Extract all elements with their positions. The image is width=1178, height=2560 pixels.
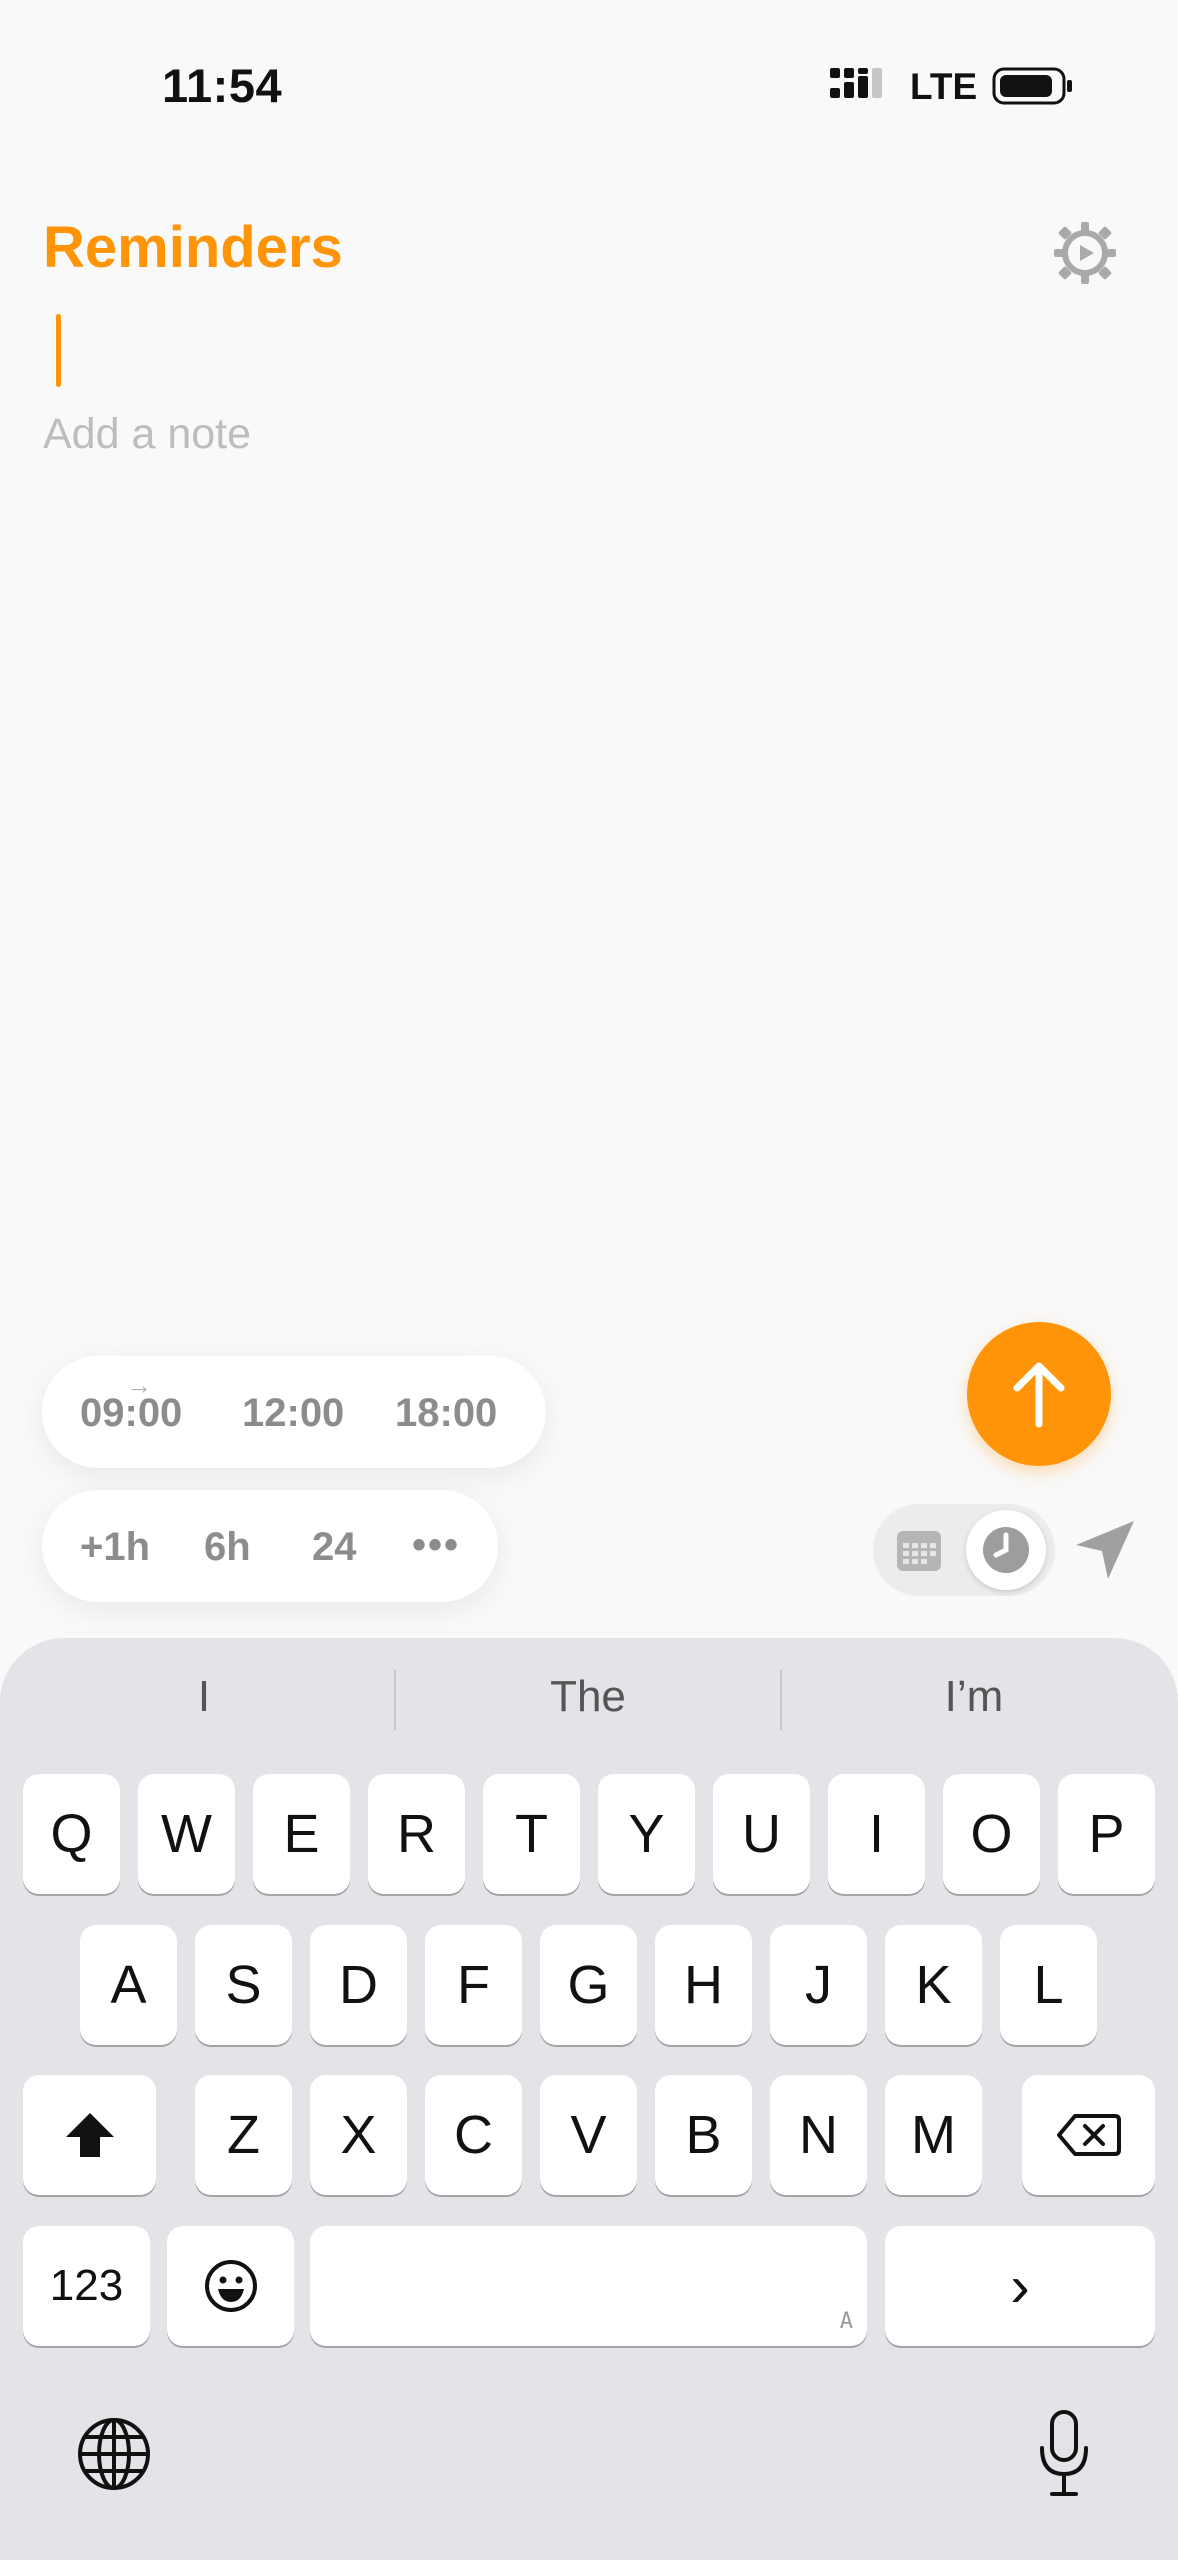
key-s[interactable]: S [195, 1925, 292, 2045]
key-i[interactable]: I [828, 1774, 925, 1894]
key-r[interactable]: R [368, 1774, 465, 1894]
note-placeholder[interactable]: Add a note [43, 410, 251, 459]
microphone-icon[interactable] [1036, 2408, 1092, 2500]
duration-chip-24[interactable]: 24 [312, 1525, 357, 1570]
delete-icon [1056, 2114, 1121, 2156]
key-z[interactable]: Z [195, 2075, 292, 2195]
page-title: Reminders [43, 215, 343, 280]
duration-chip-1h[interactable]: +1h [80, 1525, 150, 1570]
time-chip-1800[interactable]: 18:00 [395, 1391, 497, 1436]
network-label: LTE [910, 66, 978, 107]
location-arrow-icon[interactable] [1070, 1515, 1140, 1585]
key-c[interactable]: C [425, 2075, 522, 2195]
emoji-icon [204, 2260, 257, 2312]
key-t[interactable]: T [483, 1774, 580, 1894]
time-chip-0900[interactable]: 09:00 [80, 1391, 182, 1436]
emoji-key[interactable] [167, 2226, 294, 2346]
send-arrow-icon [1013, 1362, 1065, 1428]
key-j[interactable]: J [770, 1925, 867, 2045]
key-b[interactable]: B [655, 2075, 752, 2195]
battery-icon [992, 67, 1072, 105]
key-l[interactable]: L [1000, 1925, 1097, 2045]
clock-icon[interactable] [981, 1525, 1031, 1575]
more-options-button[interactable]: ••• [412, 1523, 460, 1568]
key-o[interactable]: O [943, 1774, 1040, 1894]
duration-chip-6h[interactable]: 6h [204, 1525, 251, 1570]
space-hint: A [839, 2309, 853, 2334]
key-m[interactable]: M [885, 2075, 982, 2195]
suggestion-2[interactable]: The [398, 1672, 778, 1722]
time-chip-1200[interactable]: 12:00 [242, 1391, 344, 1436]
suggestion-divider [780, 1670, 782, 1730]
calendar-icon[interactable] [895, 1527, 943, 1573]
key-q[interactable]: Q [23, 1774, 120, 1894]
key-u[interactable]: U [713, 1774, 810, 1894]
shift-icon [65, 2113, 114, 2157]
key-n[interactable]: N [770, 2075, 867, 2195]
key-v[interactable]: V [540, 2075, 637, 2195]
delete-key[interactable] [1022, 2075, 1155, 2195]
key-y[interactable]: Y [598, 1774, 695, 1894]
globe-icon[interactable] [74, 2414, 154, 2494]
key-h[interactable]: H [655, 1925, 752, 2045]
key-k[interactable]: K [885, 1925, 982, 2045]
key-x[interactable]: X [310, 2075, 407, 2195]
key-d[interactable]: D [310, 1925, 407, 2045]
key-g[interactable]: G [540, 1925, 637, 2045]
key-e[interactable]: E [253, 1774, 350, 1894]
signal-icon [830, 68, 882, 98]
suggestion-1[interactable]: I [14, 1672, 394, 1722]
gear-icon[interactable] [1050, 218, 1120, 288]
key-f[interactable]: F [425, 1925, 522, 2045]
suggestion-divider [394, 1670, 396, 1730]
send-button[interactable] [967, 1322, 1111, 1466]
shift-key[interactable] [23, 2075, 156, 2195]
numbers-key[interactable]: 123 [23, 2226, 150, 2346]
next-key[interactable]: › [885, 2226, 1155, 2346]
suggestion-3[interactable]: I’m [784, 1672, 1164, 1722]
space-key[interactable]: A [310, 2226, 867, 2346]
status-time: 11:54 [162, 59, 283, 112]
key-p[interactable]: P [1058, 1774, 1155, 1894]
key-a[interactable]: A [80, 1925, 177, 2045]
key-w[interactable]: W [138, 1774, 235, 1894]
text-cursor[interactable] [56, 314, 61, 387]
